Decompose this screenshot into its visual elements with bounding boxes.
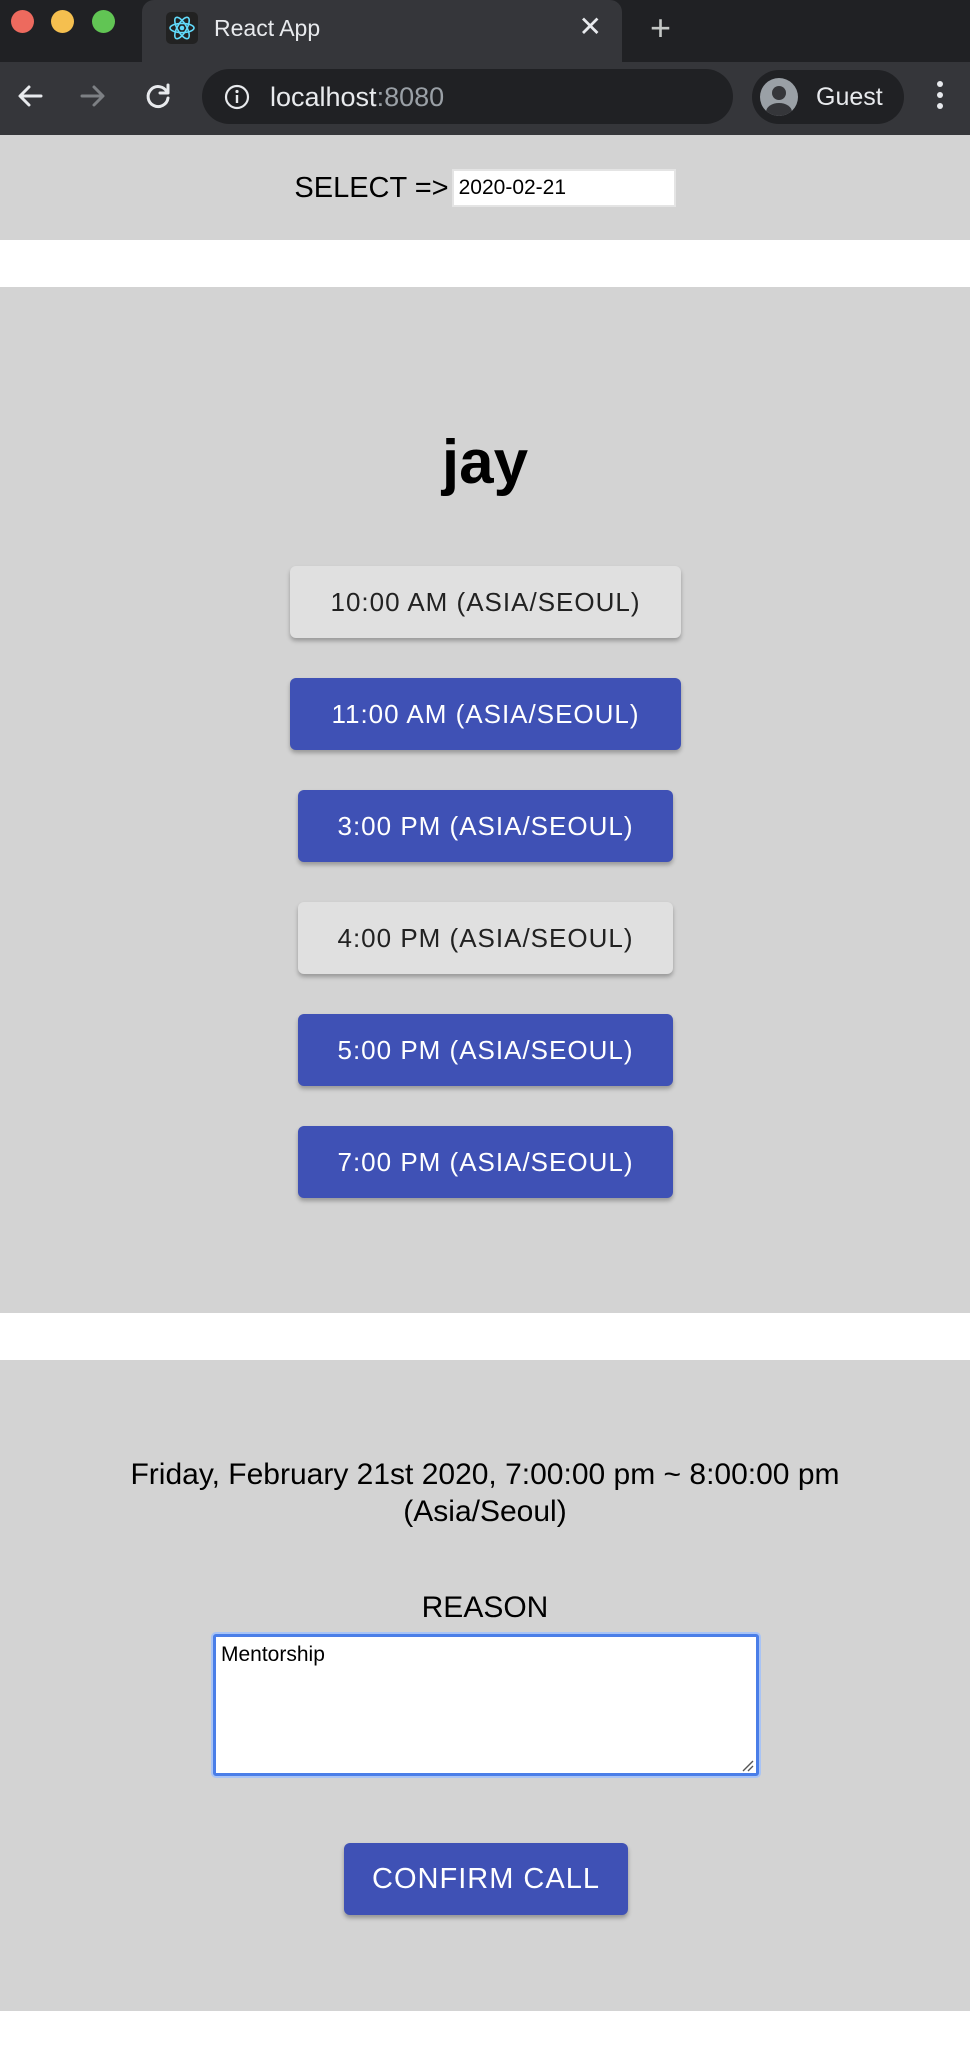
url-host: localhost xyxy=(270,82,377,112)
reason-label: REASON xyxy=(421,1591,549,1624)
confirm-call-button[interactable]: CONFIRM CALL xyxy=(344,1843,628,1915)
person-name: jay xyxy=(441,428,529,497)
date-select-section: SELECT => xyxy=(0,135,970,240)
info-icon[interactable] xyxy=(224,84,250,115)
date-input[interactable] xyxy=(451,169,676,207)
close-tab-icon[interactable]: ✕ xyxy=(579,10,602,44)
reason-textarea[interactable]: Mentorship xyxy=(213,1634,759,1776)
time-slot-button[interactable]: 3:00 PM (ASIA/SEOUL) xyxy=(298,790,673,862)
time-slot-button[interactable]: 4:00 PM (ASIA/SEOUL) xyxy=(298,902,673,974)
account-icon xyxy=(760,78,798,116)
confirm-section: Friday, February 21st 2020, 7:00:00 pm ~… xyxy=(0,1360,970,2011)
selected-time-range: Friday, February 21st 2020, 7:00:00 pm ~… xyxy=(0,1456,970,1530)
tab-title: React App xyxy=(214,15,321,41)
date-select-label: SELECT => xyxy=(294,171,449,204)
more-menu-icon[interactable] xyxy=(930,76,950,120)
browser-tab[interactable]: React App ✕ xyxy=(142,0,622,62)
new-tab-icon[interactable]: + xyxy=(650,8,671,48)
url-port: :8080 xyxy=(376,82,445,112)
selected-range-line2: (Asia/Seoul) xyxy=(403,1495,567,1528)
profile-button[interactable]: Guest xyxy=(752,70,904,124)
react-logo-icon xyxy=(166,12,198,44)
minimize-window-button[interactable] xyxy=(51,10,74,33)
resize-grip-icon[interactable] xyxy=(738,1756,754,1772)
time-slot-button[interactable]: 10:00 AM (ASIA/SEOUL) xyxy=(290,566,681,638)
date-select-row: SELECT => xyxy=(0,169,970,207)
time-slot-button[interactable]: 11:00 AM (ASIA/SEOUL) xyxy=(290,678,681,750)
browser-toolbar: localhost:8080 Guest xyxy=(0,62,970,135)
time-slots-section: jay 10:00 AM (ASIA/SEOUL) 11:00 AM (ASIA… xyxy=(0,287,970,1313)
selected-range-line1: Friday, February 21st 2020, 7:00:00 pm ~… xyxy=(130,1458,840,1491)
time-slot-button[interactable]: 7:00 PM (ASIA/SEOUL) xyxy=(298,1126,673,1198)
reload-icon[interactable] xyxy=(138,76,178,116)
back-arrow-icon[interactable] xyxy=(10,76,50,116)
address-bar[interactable]: localhost:8080 xyxy=(202,69,733,124)
close-window-button[interactable] xyxy=(11,10,34,33)
url-text: localhost:8080 xyxy=(270,82,444,113)
profile-label: Guest xyxy=(816,83,883,111)
browser-tab-strip: React App ✕ + xyxy=(0,0,970,62)
time-slot-button[interactable]: 5:00 PM (ASIA/SEOUL) xyxy=(298,1014,673,1086)
maximize-window-button[interactable] xyxy=(92,10,115,33)
forward-arrow-icon[interactable] xyxy=(73,76,113,116)
